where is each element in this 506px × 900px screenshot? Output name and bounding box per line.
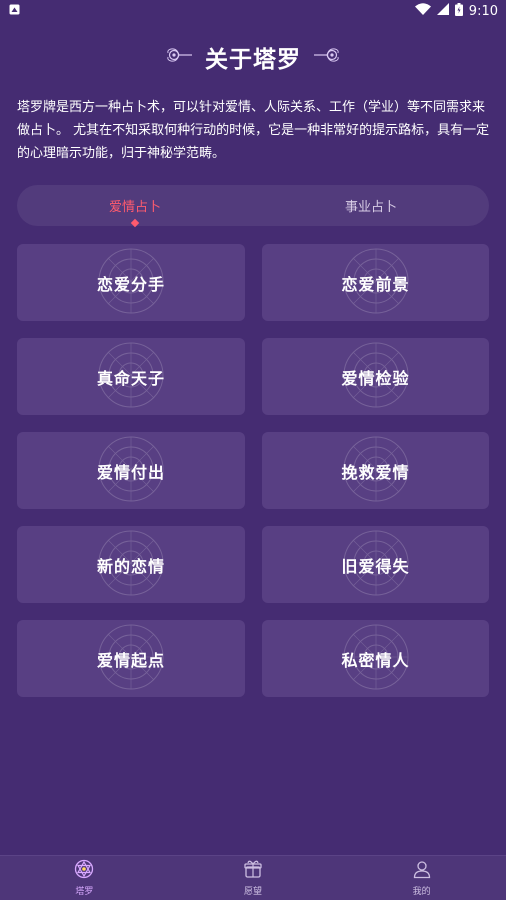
tab-label: 爱情占卜 [108, 200, 161, 215]
status-bar: 9:10 [0, 0, 506, 22]
tab-active-indicator [130, 218, 140, 228]
card-mr-right[interactable]: 真命天子 [17, 338, 245, 415]
card-label: 爱情起点 [96, 650, 165, 670]
card-old-love[interactable]: 旧爱得失 [262, 526, 489, 603]
card-label: 恋爱分手 [96, 274, 165, 294]
wifi-icon [414, 3, 431, 19]
nav-item-tarot[interactable]: 塔罗 [0, 856, 169, 900]
ornament-right-icon [313, 45, 341, 69]
tab-label: 事业占卜 [344, 200, 397, 215]
card-label: 私密情人 [341, 650, 410, 670]
intro-paragraph: 塔罗牌是西方一种占卜术，可以针对爱情、人际关系、工作（学业）等不同需求来做占卜。… [17, 100, 490, 161]
title-row: 关于塔罗 [0, 38, 506, 76]
nav-label: 我的 [412, 887, 431, 897]
cellular-signal-icon [436, 3, 449, 19]
nav-label: 塔罗 [75, 887, 94, 897]
card-label: 旧爱得失 [341, 556, 410, 576]
tarot-star-icon [74, 859, 94, 882]
tab-love-divination[interactable]: 爱情占卜 [17, 185, 253, 228]
card-love-prospect[interactable]: 恋爱前景 [262, 244, 489, 321]
card-label: 真命天子 [96, 368, 165, 388]
ornament-left-icon [165, 45, 193, 69]
tab-career-divination[interactable]: 事业占卜 [253, 185, 489, 226]
clock-time: 9:10 [468, 3, 498, 19]
card-save-love[interactable]: 挽救爱情 [262, 432, 489, 509]
user-profile-icon [412, 859, 432, 882]
card-label: 新的恋情 [96, 556, 165, 576]
nav-label: 愿望 [244, 887, 263, 897]
card-love-test[interactable]: 爱情检验 [262, 338, 489, 415]
nav-item-mine[interactable]: 我的 [337, 856, 506, 900]
page-title: 关于塔罗 [205, 47, 301, 73]
battery-icon [454, 2, 463, 20]
card-label: 恋爱前景 [341, 274, 410, 294]
nav-item-wish[interactable]: 愿望 [169, 856, 338, 900]
category-tabs: 爱情占卜 事业占卜 [17, 185, 489, 228]
card-label: 挽救爱情 [341, 462, 410, 482]
notification-icon [9, 4, 20, 19]
bottom-nav: 塔罗 愿望 我的 [0, 855, 506, 900]
card-new-romance[interactable]: 新的恋情 [17, 526, 245, 603]
card-love-start[interactable]: 爱情起点 [17, 620, 245, 697]
gift-box-icon [243, 859, 263, 882]
card-label: 爱情检验 [341, 368, 410, 388]
card-secret-lover[interactable]: 私密情人 [262, 620, 489, 697]
card-love-giving[interactable]: 爱情付出 [17, 432, 245, 509]
card-breakup[interactable]: 恋爱分手 [17, 244, 245, 321]
divination-grid: 恋爱分手 恋爱前景 真命天子 爱情检验 爱情付出 挽救爱情 新的恋情 旧爱得失 … [17, 244, 489, 697]
card-label: 爱情付出 [96, 462, 165, 482]
